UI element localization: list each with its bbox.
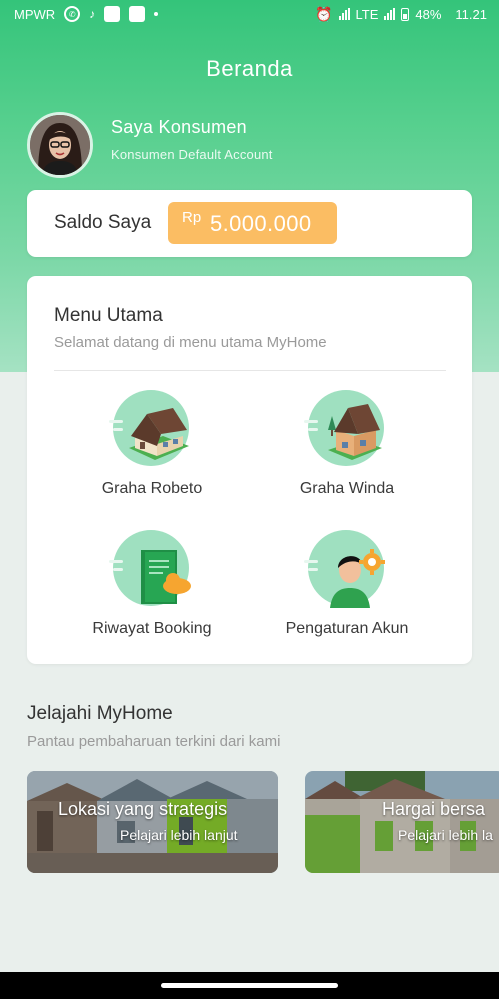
balance-badge: Rp 5.000.000 [168,202,337,244]
balance-amount: 5.000.000 [210,211,312,236]
promo-image [305,771,499,873]
avatar[interactable] [27,112,93,178]
menu-item-label: Graha Robeto [101,480,203,497]
balance-label: Saldo Saya [54,212,152,233]
home-gesture-handle[interactable] [161,983,338,988]
clock: 11.21 [455,6,487,22]
menu-title: Menu Utama [54,305,163,326]
promo-link[interactable]: Pelajari lebih lanjut [120,827,238,843]
promo-card-location[interactable]: Lokasi yang strategis Pelajari lebih lan… [27,771,278,873]
menu-item-riwayat-booking[interactable]: Riwayat Booking [52,530,252,638]
account-settings-icon [304,549,385,608]
profile-subtitle: Konsumen Default Account [111,147,273,162]
promo-image [27,771,278,873]
system-navigation-bar [0,972,499,999]
booking-history-icon [109,550,191,604]
menu-item-label: Graha Winda [299,480,395,497]
explore-title: Jelajahi MyHome [27,703,173,724]
battery-icon [401,7,410,21]
whatsapp-icon: ✆ [64,6,81,22]
battery-label: 48% [415,6,442,22]
promo-link[interactable]: Pelajari lebih la [398,827,493,843]
dot-icon [154,12,159,16]
menu-item-graha-winda[interactable]: Graha Winda [247,390,447,498]
house-icon [109,408,189,460]
page-title: Beranda [206,56,293,81]
promo-title: Lokasi yang strategis [58,799,228,819]
profile-name: Saya Konsumen [111,117,247,137]
menu-item-graha-robeto[interactable]: Graha Robeto [52,390,252,498]
explore-subtitle: Pantau pembaharuan terkini dari kami [27,733,281,750]
promo-card-price[interactable]: Hargai bersa Pelajari lebih la [305,771,499,873]
menu-subtitle: Selamat datang di menu utama MyHome [54,334,327,351]
currency-label: Rp [182,209,202,226]
menu-item-label: Riwayat Booking [92,620,212,637]
status-bar: MPWR ✆ ♪ ⏰ LTE 48% 11.21 [0,0,499,28]
network-label: LTE [355,6,379,22]
carrier-label: MPWR [14,6,56,22]
notification-square-icon [104,6,121,22]
house-icon [304,404,382,460]
alarm-icon: ⏰ [315,5,333,22]
menu-item-pengaturan-akun[interactable]: Pengaturan Akun [247,530,447,638]
main-menu-card: Menu Utama Selamat datang di menu utama … [27,276,472,664]
balance-card[interactable]: Saldo Saya Rp 5.000.000 [27,190,472,257]
notification-square-icon [129,6,146,22]
menu-item-label: Pengaturan Akun [285,620,409,637]
promo-title: Hargai bersa [382,799,486,819]
signal-icon [338,8,350,20]
divider [54,370,446,371]
tiktok-icon: ♪ [89,7,96,21]
signal-icon [384,8,396,20]
